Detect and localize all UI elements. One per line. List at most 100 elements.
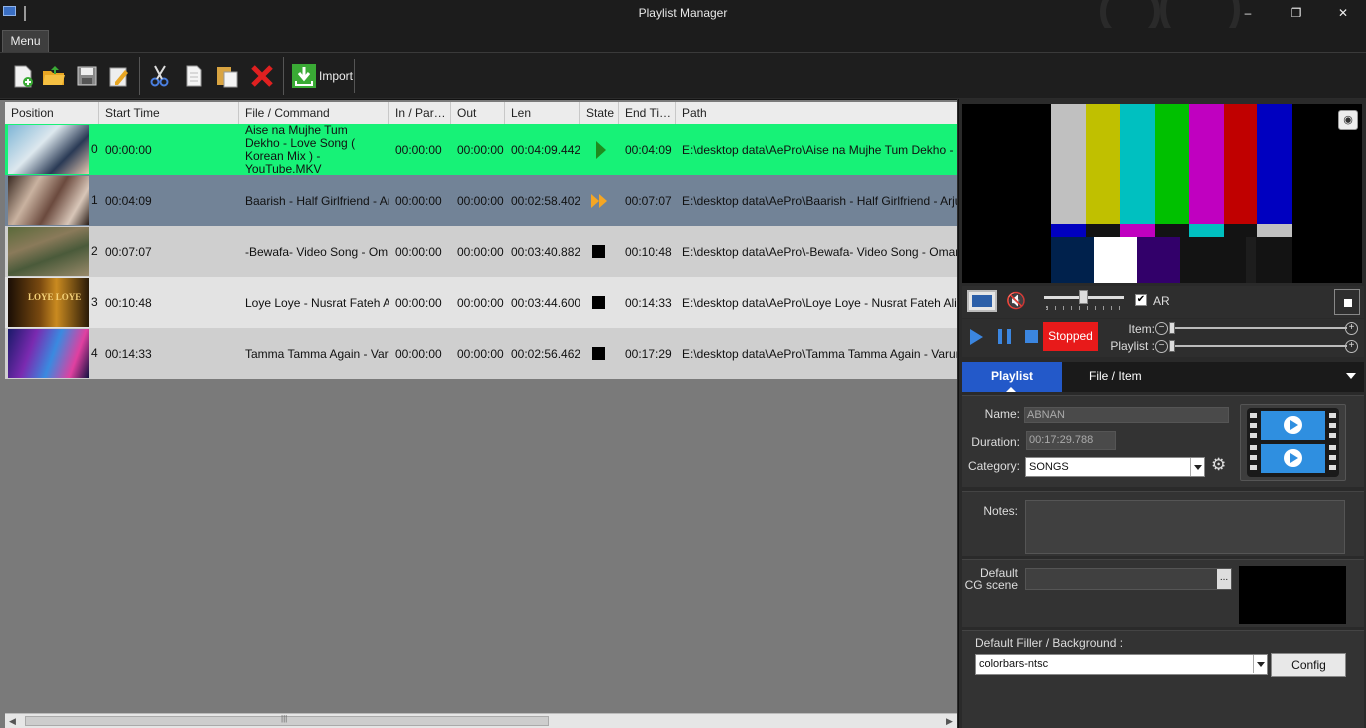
cell-end-time: 00:10:48 [625,244,672,259]
name-label: Name: [984,407,1020,421]
preview-panel: ◉ 🔇 ✔ AR Stopped Item: − + Playlist : − … [958,99,1366,728]
scroll-left-icon[interactable]: ◀ [5,714,20,728]
cell-end-time: 00:14:33 [625,295,672,310]
cell-start-time: 00:10:48 [105,295,152,310]
playlist-label: Playlist : [1110,339,1155,353]
open-folder-icon[interactable] [41,63,67,89]
pause-icon[interactable] [998,329,1011,344]
column-header-file[interactable]: File / Command [239,102,389,124]
notes-section: Notes: [962,491,1364,556]
zoom-out-icon[interactable]: − [1155,340,1168,353]
gear-icon[interactable]: ⚙ [1211,455,1226,475]
cell-in: 00:00:00 [395,295,442,310]
cg-scene-input[interactable] [1025,568,1232,590]
scroll-grip: ||| [281,714,288,723]
panel-tabs: Playlist File / Item [962,362,1364,392]
column-header-path[interactable]: Path [676,102,957,124]
volume-slider-knob[interactable] [1079,290,1088,304]
column-header-len[interactable]: Len [505,102,580,124]
table-row[interactable]: LOYE LOYE 3 00:10:48 Loye Loye - Nusrat … [5,277,957,328]
column-header-position[interactable]: Position [5,102,99,124]
copy-icon[interactable] [181,63,207,89]
item-timeline-knob[interactable] [1169,322,1175,334]
minimize-button[interactable]: ‒ [1237,3,1259,23]
column-header-end-time[interactable]: End Ti… [619,102,676,124]
toolbar: Import [0,52,1366,98]
restore-button[interactable]: ❐ [1285,3,1307,23]
chevron-down-icon[interactable] [1346,373,1356,379]
cell-end-time: 00:04:09 [625,142,672,157]
fullscreen-stop-button[interactable] [1334,289,1360,315]
filler-label: Default Filler / Background : [975,636,1124,650]
stop-state-icon [592,245,605,258]
paste-icon[interactable] [214,63,240,89]
column-header-start-time[interactable]: Start Time [99,102,239,124]
import-button[interactable]: Import [287,59,355,93]
cell-in: 00:00:00 [395,346,442,361]
grid-header: Position Start Time File / Command In / … [5,102,957,124]
cell-out: 00:00:00 [457,346,504,361]
cut-icon[interactable] [147,63,173,89]
filler-section: Default Filler / Background : colorbars-… [962,630,1364,728]
horizontal-scrollbar[interactable]: ◀ ||| ▶ [5,713,957,728]
zoom-in-icon[interactable]: + [1345,340,1358,353]
snapshot-button[interactable]: ◉ [1338,110,1358,130]
config-button[interactable]: Config [1271,653,1346,677]
column-header-in[interactable]: In / Par… [389,102,451,124]
column-header-out[interactable]: Out [451,102,505,124]
cell-file: -Bewafa- Video Song - Om… [245,244,389,259]
stop-icon[interactable] [1025,330,1038,343]
cell-path: E:\desktop data\AePro\-Bewafa- Video Son… [682,244,957,259]
transport-controls: Stopped Item: − + Playlist : − + [962,319,1364,357]
video-thumbnail [8,329,89,378]
zoom-out-icon[interactable]: − [1155,322,1168,335]
category-select[interactable]: SONGS [1025,457,1205,477]
delete-icon[interactable] [249,63,275,89]
cell-file: Tamma Tamma Again - Var… [245,346,389,361]
cell-end-time: 00:07:07 [625,193,672,208]
item-timeline[interactable]: − + [1155,322,1360,335]
edit-icon[interactable] [106,63,132,89]
cell-start-time: 00:04:09 [105,193,152,208]
stop-state-icon [592,347,605,360]
scroll-thumb[interactable]: ||| [25,714,549,726]
playlist-film-icon [1240,404,1346,481]
table-row[interactable]: 1 00:04:09 Baarish - Half Girlfriend - A… [5,175,957,226]
column-header-state[interactable]: State [580,102,619,124]
volume-ticks [1046,306,1124,310]
cell-state [580,124,619,175]
video-thumbnail [8,176,89,225]
cell-len: 00:03:44.600 [511,295,580,310]
cell-in: 00:00:00 [395,142,442,157]
cell-file: Aise na Mujhe Tum Dekho - Love Song ( Ko… [245,124,356,175]
cell-state [580,277,619,328]
playlist-timeline[interactable]: − + [1155,340,1360,353]
table-row[interactable]: 2 00:07:07 -Bewafa- Video Song - Om… 00:… [5,226,957,277]
cg-browse-button[interactable]: ... [1217,569,1231,589]
monitor-icon[interactable] [967,290,997,312]
zoom-in-icon[interactable]: + [1345,322,1358,335]
playlist-timeline-knob[interactable] [1169,340,1175,352]
cg-scene-label-line2: CG scene [964,578,1018,592]
tab-playlist[interactable]: Playlist [962,362,1062,392]
play-icon[interactable] [970,329,983,345]
name-field[interactable]: ABNAN [1024,407,1229,423]
table-row[interactable]: 0 00:00:00 Aise na Mujhe Tum Dekho - Lov… [5,124,957,175]
filler-select[interactable]: colorbars-ntsc [975,654,1268,675]
cell-state [580,328,619,379]
scroll-right-icon[interactable]: ▶ [942,714,957,728]
table-row[interactable]: 4 00:14:33 Tamma Tamma Again - Var… 00:0… [5,328,957,379]
row-index: 2 [91,244,98,258]
row-index: 3 [91,295,98,309]
new-file-icon[interactable] [10,63,36,89]
cell-state [580,175,619,226]
notes-textarea[interactable] [1025,500,1345,554]
menu-tab[interactable]: Menu [2,30,49,52]
save-icon[interactable] [74,63,100,89]
cell-path: E:\desktop data\AePro\Tamma Tamma Again … [682,346,957,361]
status-badge: Stopped [1043,322,1098,351]
close-button[interactable]: ✕ [1332,3,1354,23]
mute-speaker-icon[interactable]: 🔇 [1006,292,1028,312]
tab-file-item[interactable]: File / Item [1089,362,1142,392]
ar-checkbox[interactable]: ✔ [1135,294,1147,306]
